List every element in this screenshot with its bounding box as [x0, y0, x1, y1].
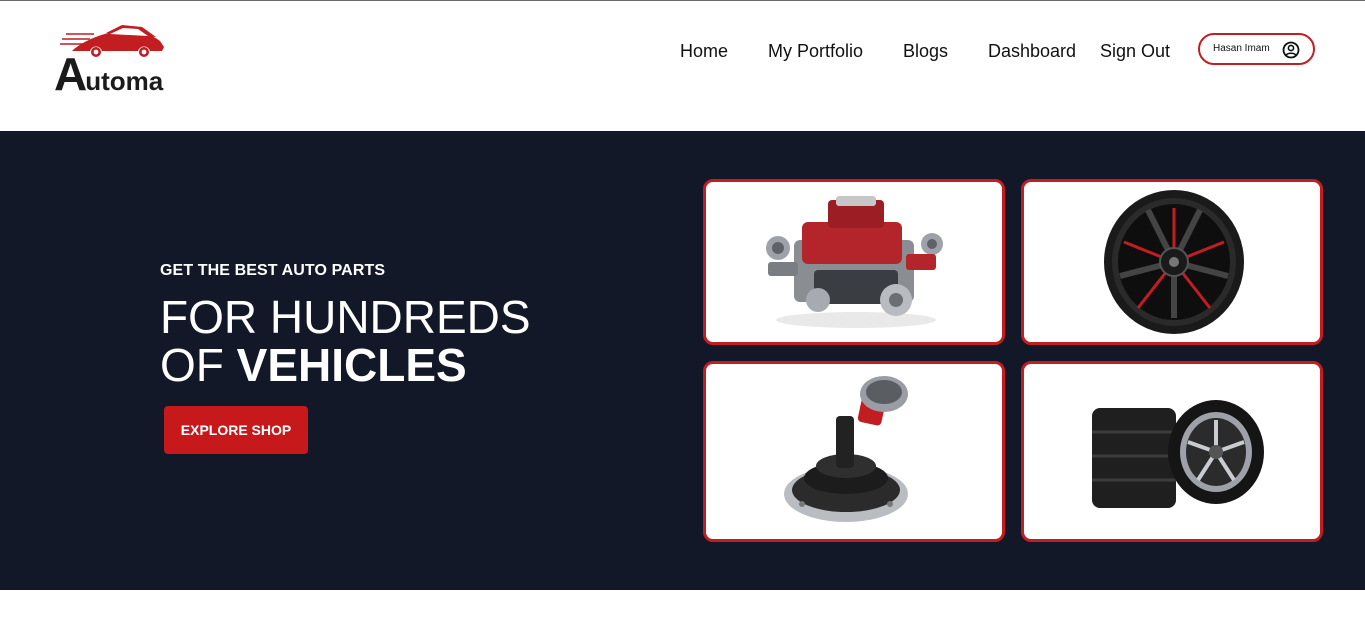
brand-name: utoma — [85, 66, 164, 96]
page-below-hero — [0, 590, 1365, 628]
nav-sign-out[interactable]: Sign Out — [1100, 39, 1170, 63]
nav-home[interactable]: Home — [680, 39, 728, 63]
hero-headline-line1: FOR HUNDREDS — [160, 291, 531, 343]
user-name: Hasan Imam — [1213, 43, 1270, 54]
tires-image — [1092, 400, 1264, 508]
nav-dashboard[interactable]: Dashboard — [988, 39, 1076, 63]
hero-headline-line2: OF VEHICLES — [160, 340, 467, 390]
engine-image — [766, 196, 943, 328]
wheel-rim-image — [1104, 190, 1244, 334]
tile-engine[interactable] — [703, 179, 1005, 345]
hero-headline-prefix: OF — [160, 339, 237, 391]
hero-banner: GET THE BEST AUTO PARTS FOR HUNDREDS OF … — [0, 131, 1365, 590]
tile-gear-shifter[interactable] — [703, 361, 1005, 542]
user-profile-button[interactable]: Hasan Imam — [1198, 33, 1315, 65]
hero-kicker: GET THE BEST AUTO PARTS — [160, 262, 386, 279]
gear-shifter-image — [784, 376, 908, 522]
tile-tires[interactable] — [1021, 361, 1323, 542]
tile-wheel[interactable] — [1021, 179, 1323, 345]
nav-blogs[interactable]: Blogs — [903, 39, 948, 63]
explore-shop-button[interactable]: EXPLORE SHOP — [164, 406, 308, 454]
nav-my-portfolio[interactable]: My Portfolio — [768, 39, 863, 63]
main-nav: Home My Portfolio Blogs Dashboard Sign O… — [0, 39, 1365, 63]
user-circle-icon — [1282, 41, 1300, 59]
site-header: Automa Home My Portfolio Blogs Dashboard… — [0, 1, 1365, 131]
hero-headline-bold: VEHICLES — [236, 339, 467, 391]
